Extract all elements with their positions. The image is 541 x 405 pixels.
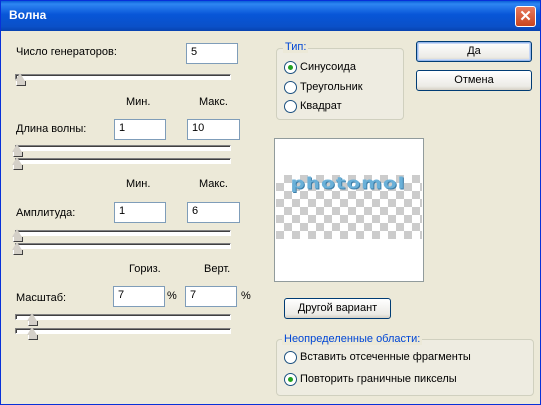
wavelength-min-slider-track[interactable] — [15, 145, 231, 151]
scale-vert-input[interactable]: 7 — [185, 286, 237, 307]
generators-slider-track[interactable] — [15, 74, 231, 80]
close-button[interactable]: ✕ — [515, 6, 536, 27]
cancel-button[interactable]: Отмена — [416, 70, 532, 91]
amplitude-label: Амплитуда: — [16, 207, 76, 219]
window-title: Волна — [9, 8, 47, 22]
scale-horiz-unit: % — [167, 290, 177, 302]
wavelength-max-header: Макс. — [199, 96, 228, 108]
type-sine-radio[interactable] — [284, 61, 297, 74]
wavelength-max-slider-thumb[interactable] — [12, 157, 23, 170]
wave-dialog: Волна ✕ Число генераторов: 5 Мин. Макс. … — [0, 0, 541, 405]
close-icon: ✕ — [519, 8, 532, 25]
scale-vert-slider-track[interactable] — [15, 328, 231, 334]
generators-label: Число генераторов: — [16, 46, 117, 58]
preview-sample-text: photomol — [290, 173, 406, 193]
amplitude-max-slider-track[interactable] — [15, 243, 231, 249]
generators-input[interactable]: 5 — [186, 43, 238, 64]
type-triangle-radio[interactable] — [284, 81, 297, 94]
wavelength-min-header: Мин. — [126, 96, 151, 108]
repeat-edge-label[interactable]: Повторить граничные пикселы — [300, 373, 457, 385]
amplitude-min-slider-track[interactable] — [15, 230, 231, 236]
repeat-edge-radio[interactable] — [284, 373, 297, 386]
scale-vert-header: Верт. — [204, 263, 231, 275]
wavelength-max-slider-track[interactable] — [15, 158, 231, 164]
preview-pane: photomol — [274, 138, 424, 282]
amplitude-min-header: Мин. — [126, 178, 151, 190]
undefined-areas-legend: Неопределенные области: — [282, 333, 423, 345]
ok-button[interactable]: Да — [416, 41, 532, 62]
amplitude-min-slider-thumb[interactable] — [12, 229, 23, 242]
amplitude-max-slider-thumb[interactable] — [12, 242, 23, 255]
scale-horiz-header: Гориз. — [129, 263, 161, 275]
scale-vert-slider-thumb[interactable] — [26, 327, 38, 340]
scale-horiz-input[interactable]: 7 — [113, 286, 165, 307]
scale-horiz-slider-track[interactable] — [15, 314, 231, 320]
type-sine-label[interactable]: Синусоида — [300, 61, 356, 73]
amplitude-min-input[interactable]: 1 — [114, 202, 166, 223]
amplitude-max-input[interactable]: 6 — [187, 202, 240, 223]
scale-horiz-slider-thumb[interactable] — [26, 313, 38, 326]
wavelength-max-input[interactable]: 10 — [187, 119, 240, 140]
title-bar[interactable]: Волна ✕ — [1, 1, 540, 31]
wavelength-min-slider-thumb[interactable] — [12, 144, 23, 157]
generators-slider-thumb[interactable] — [15, 73, 27, 86]
wavelength-min-input[interactable]: 1 — [114, 119, 166, 140]
wrap-around-label[interactable]: Вставить отсеченные фрагменты — [300, 351, 471, 363]
randomize-button[interactable]: Другой вариант — [284, 298, 391, 319]
amplitude-max-header: Макс. — [199, 178, 228, 190]
wrap-around-radio[interactable] — [284, 351, 297, 364]
undefined-areas-group — [276, 339, 534, 396]
type-square-label[interactable]: Квадрат — [300, 100, 342, 112]
scale-vert-unit: % — [241, 290, 251, 302]
wavelength-label: Длина волны: — [16, 123, 87, 135]
type-group-legend: Тип: — [283, 41, 309, 53]
type-square-radio[interactable] — [284, 100, 297, 113]
scale-label: Масштаб: — [16, 292, 67, 304]
type-triangle-label[interactable]: Треугольник — [300, 81, 363, 93]
